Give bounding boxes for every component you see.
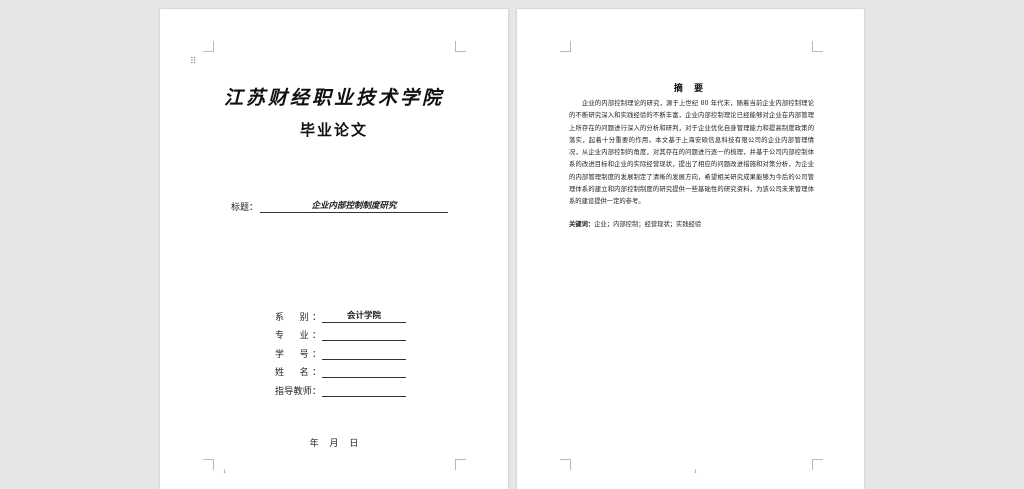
abstract-heading: 摘 要 <box>673 84 708 94</box>
abstract-body: 企业的内部控制理论的研究，源于上世纪 80 年代末，随着当前企业内部控制理论的不… <box>569 100 814 206</box>
margin-mark <box>455 41 466 52</box>
info-value[interactable]: 会计学院 <box>322 309 406 323</box>
page-number: 1 <box>694 469 698 475</box>
title-value[interactable]: 企业内部控制制度研究 <box>260 199 449 213</box>
keywords-label: 关键词： <box>569 221 595 228</box>
margin-mark <box>560 459 571 470</box>
margin-mark <box>560 41 571 52</box>
keywords-value: 企业；内部控制；经营现状；实践经验 <box>594 221 702 228</box>
table-move-handle-icon[interactable]: ⠿ <box>190 58 197 67</box>
info-value[interactable] <box>322 376 406 378</box>
keywords-line: 关键词：企业；内部控制；经营现状；实践经验 <box>569 219 814 231</box>
margin-mark <box>203 41 214 52</box>
info-label: 指导教师： <box>275 386 321 397</box>
title-label: 标题： <box>231 203 259 213</box>
info-row-name: 姓 名： <box>275 360 406 378</box>
date-line: 年 月 日 <box>309 439 359 449</box>
margin-mark <box>203 459 214 470</box>
cover-page: ⠿ 江苏财经职业技术学院 毕业论文 标题： 企业内部控制制度研究 系 别： 会计… <box>160 9 508 489</box>
info-label: 姓 名： <box>275 368 321 378</box>
info-value[interactable] <box>322 395 406 397</box>
info-label: 专 业： <box>275 331 321 341</box>
info-label: 学 号： <box>275 349 321 360</box>
margin-mark <box>812 459 823 470</box>
student-info-table: 系 别： 会计学院 专 业： 学 号： 姓 名： 指导教师： <box>275 304 406 397</box>
page-number: 1 <box>223 469 227 475</box>
abstract-page: 摘 要 企业的内部控制理论的研究，源于上世纪 80 年代末，随着当前企业内部控制… <box>517 9 864 489</box>
margin-mark <box>812 41 823 52</box>
info-value[interactable] <box>322 358 406 360</box>
info-row-department: 系 别： 会计学院 <box>275 304 406 323</box>
info-row-advisor: 指导教师： <box>275 378 406 397</box>
document-type: 毕业论文 <box>299 121 368 139</box>
info-row-major: 专 业： <box>275 323 406 341</box>
info-label: 系 别： <box>275 312 321 323</box>
info-row-student-id: 学 号： <box>275 341 406 360</box>
thesis-title-row: 标题： 企业内部控制制度研究 <box>231 199 449 213</box>
school-name: 江苏财经职业技术学院 <box>223 87 444 109</box>
margin-mark <box>455 459 466 470</box>
info-value[interactable] <box>322 339 406 341</box>
